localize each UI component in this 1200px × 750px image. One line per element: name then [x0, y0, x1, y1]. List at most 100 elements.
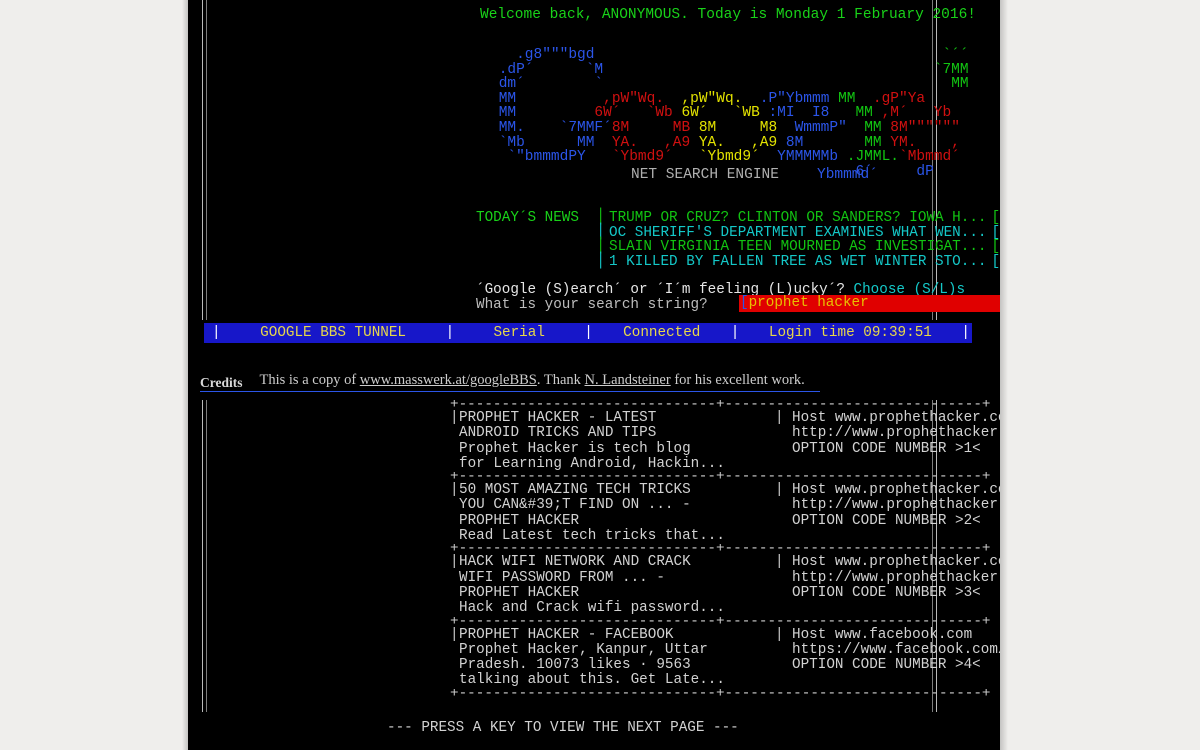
- status-divider-3: |: [730, 325, 740, 341]
- logo-row-3: MM ,pW"Wq. ,pW"Wq. .P"Ybmmm MM .gP"Ya: [490, 90, 969, 107]
- result-title-line: PROPHET HACKER: [459, 512, 580, 529]
- result-meta-line: Host www.prophethacker.com: [792, 410, 1000, 426]
- result-meta-line: Host www.prophethacker.com: [792, 482, 1000, 499]
- search-input-open-bracket: [: [740, 295, 749, 311]
- logo-seg-7-4: .JMML.: [846, 149, 899, 166]
- logo-seg-4-4: MM: [855, 105, 873, 122]
- news-item[interactable]: TODAY´S NEWS ▏ TRUMP OR CRUZ? CLINTON OR S…: [476, 211, 1000, 226]
- result-meta-cell: Host www.prophethacker.com http://www.pro…: [784, 482, 1000, 544]
- news-headline: TRUMP OR CRUZ? CLINTON OR SANDERS? IOWA …: [609, 210, 987, 226]
- result-meta-line: http://www.prophethacker.com...: [792, 497, 1000, 514]
- logo-seg-4-0: MM: [490, 105, 517, 122]
- news-item[interactable]: ▏ OC SHERIFF'S DEPARTMENT EXAMINES WHAT W…: [476, 224, 1001, 241]
- logo-seg-0-1: [594, 47, 942, 63]
- news-headline: SLAIN VIRGINIA TEEN MOURNED AS INVESTIGA…: [609, 239, 987, 256]
- result-meta-line: Host www.facebook.com: [792, 626, 973, 643]
- news-index: [1]: [991, 210, 1001, 226]
- result-title-line: talking about this. Get Late...: [459, 672, 725, 689]
- news-separator-bar: ▏: [600, 239, 609, 256]
- result-title-line: PROPHET HACKER - FACEBOOK: [459, 626, 674, 643]
- news-item[interactable]: ▏ SLAIN VIRGINIA TEEN MOURNED AS INVESTIG…: [476, 240, 1000, 255]
- logo-seg-6-0: `Mb MM: [490, 134, 612, 151]
- bbs-terminal-results: +------------------------------+--------…: [188, 392, 1000, 750]
- logo-seg-6-4: MM: [864, 134, 882, 151]
- todays-news-block: TODAY´S NEWS ▏ TRUMP OR CRUZ? CLINTON OR S…: [476, 211, 1000, 269]
- result-row[interactable]: | PROPHET HACKER - FACEBOOK Prophet Hacker…: [450, 626, 1000, 689]
- status-connection-state: Connected: [623, 325, 701, 341]
- search-input[interactable]: [prophet hacker ]: [739, 295, 1000, 312]
- status-divider-0: |: [212, 325, 221, 341]
- logo-row-1: .dP´ `M `7MM: [490, 61, 969, 78]
- author-link[interactable]: N. Landsteiner: [585, 372, 671, 388]
- result-row[interactable]: | PROPHET HACKER - LATEST ANDROID TRICKS A…: [450, 410, 1000, 472]
- credits-heading: Credits: [200, 375, 243, 390]
- result-title-cell: PROPHET HACKER - LATEST ANDROID TRICKS AN…: [459, 410, 775, 472]
- result-title-line: Prophet Hacker is tech blog: [459, 440, 691, 457]
- logo-seg-5-2: 8M M8: [690, 119, 778, 136]
- logo-seg-3-1: ,pW"Wq.: [516, 90, 665, 107]
- news-separator-bar: ▏: [600, 210, 609, 226]
- logo-row-5: MM. `7MMF´8M MB 8M M8 WmmmP" MM 8M"""""": [490, 121, 969, 136]
- status-divider-1: |: [445, 325, 455, 341]
- result-title-line: Read Latest tech tricks that...: [459, 528, 725, 545]
- result-title-cell: HACK WIFI NETWORK AND CRACK WIFI PASSWORD…: [459, 555, 775, 616]
- google-ascii-logo: .g8"""bgd `´´ .dP´ `M `7MM dm´ ` MM MM ,…: [490, 48, 969, 179]
- result-title-cell: PROPHET HACKER - FACEBOOK Prophet Hacker,…: [459, 626, 775, 689]
- result-meta-line: [792, 529, 1000, 544]
- logo-seg-2-0: dm´ `: [490, 76, 604, 93]
- logo-seg-7-5: `Mbmmd´: [899, 149, 960, 166]
- logo-seg-3-5: .gP"Ya: [855, 90, 926, 107]
- result-title-line: 50 MOST AMAZING TECH TRICKS: [459, 482, 691, 499]
- result-title-line: Hack and Crack wifi password...: [459, 600, 725, 617]
- news-item[interactable]: ▏ 1 KILLED BY FALLEN TREE AS WET WINTER S…: [476, 255, 1000, 270]
- result-border-left: |: [450, 626, 459, 643]
- news-index: [2]: [991, 224, 1001, 241]
- welcome-message: Welcome back, ANONYMOUS. Today is Monday…: [480, 7, 976, 23]
- masswerk-link[interactable]: www.masswerk.at/googleBBS: [360, 372, 537, 388]
- logo-seg-3-4: MM: [838, 90, 856, 107]
- result-title-line: PROPHET HACKER - LATEST: [459, 410, 657, 426]
- result-title-line: ANDROID TRICKS AND TIPS: [459, 425, 657, 442]
- logo-seg-6-2: YA. ,A9: [690, 134, 778, 151]
- credits-suffix: for his excellent work.: [670, 372, 805, 388]
- logo-seg-1-1: [603, 62, 934, 78]
- page-shadow-left: [182, 0, 188, 750]
- logo-seg-5-3: WmmmP": [777, 119, 865, 136]
- logo-seg-2-2: MM: [951, 76, 969, 93]
- result-title-line: Pradesh. 10073 likes · 9563: [459, 657, 691, 674]
- result-border-mid: |: [775, 410, 784, 426]
- logo-seg-5-5: 8M"""""": [881, 119, 960, 136]
- result-title-line: YOU CAN&#39;T FIND ON ... -: [459, 497, 691, 514]
- screenshot-root: Welcome back, ANONYMOUS. Today is Monday…: [0, 0, 1200, 750]
- logo-seg-0-0: .g8"""bgd: [490, 47, 595, 63]
- result-row[interactable]: | 50 MOST AMAZING TECH TRICKS YOU CAN&#39;…: [450, 482, 1000, 545]
- result-meta-line: https://www.facebook.com/pro...: [792, 641, 1000, 658]
- logo-seg-5-0: MM. `7MMF´: [490, 119, 612, 136]
- logo-tail: Ybmmmd´: [817, 167, 878, 183]
- logo-seg-3-0: MM: [490, 90, 517, 107]
- news-headline: OC SHERIFF'S DEPARTMENT EXAMINES WHAT WE…: [609, 224, 987, 241]
- search-input-text: [prophet hacker: [740, 296, 869, 311]
- news-index: [4]: [991, 253, 1001, 270]
- result-border-left: |: [450, 482, 459, 499]
- logo-row-6: `Mb MM YA. ,A9 YA. ,A9 8M MM YM. ,: [490, 134, 969, 151]
- logo-row-2: dm´ ` MM: [490, 77, 969, 92]
- credits-strip: This is a copy of www.masswerk.at/google…: [188, 350, 1000, 392]
- logo-seg-2-1: [603, 76, 951, 92]
- logo-seg-7-0: `"bmmmdPY: [490, 149, 612, 166]
- logo-seg-4-3: :MI I8: [759, 105, 856, 122]
- result-meta-line: OPTION CODE NUMBER >2<: [792, 512, 981, 529]
- status-divider-4: |: [961, 325, 970, 341]
- logo-seg-3-2: ,pW"Wq.: [664, 90, 743, 107]
- result-row[interactable]: | HACK WIFI NETWORK AND CRACK WIFI PASSWOR…: [450, 555, 1000, 616]
- result-meta-line: Host www.prophethacker.com: [792, 554, 1000, 571]
- credits-middle: . Thank: [536, 372, 585, 388]
- logo-seg-4-5: ,M´ Yb: [872, 105, 952, 122]
- logo-seg-4-1: 6W´ `Wb: [516, 105, 673, 122]
- logo-seg-1-0: .dP´ `M: [490, 61, 604, 78]
- logo-seg-1-2: `7MM: [933, 61, 969, 78]
- logo-seg-4-2: 6W´ `WB: [672, 105, 760, 122]
- status-divider-2: |: [584, 325, 593, 341]
- credits-prefix: This is a copy of: [259, 372, 360, 388]
- search-results-table: +------------------------------+--------…: [450, 400, 1000, 700]
